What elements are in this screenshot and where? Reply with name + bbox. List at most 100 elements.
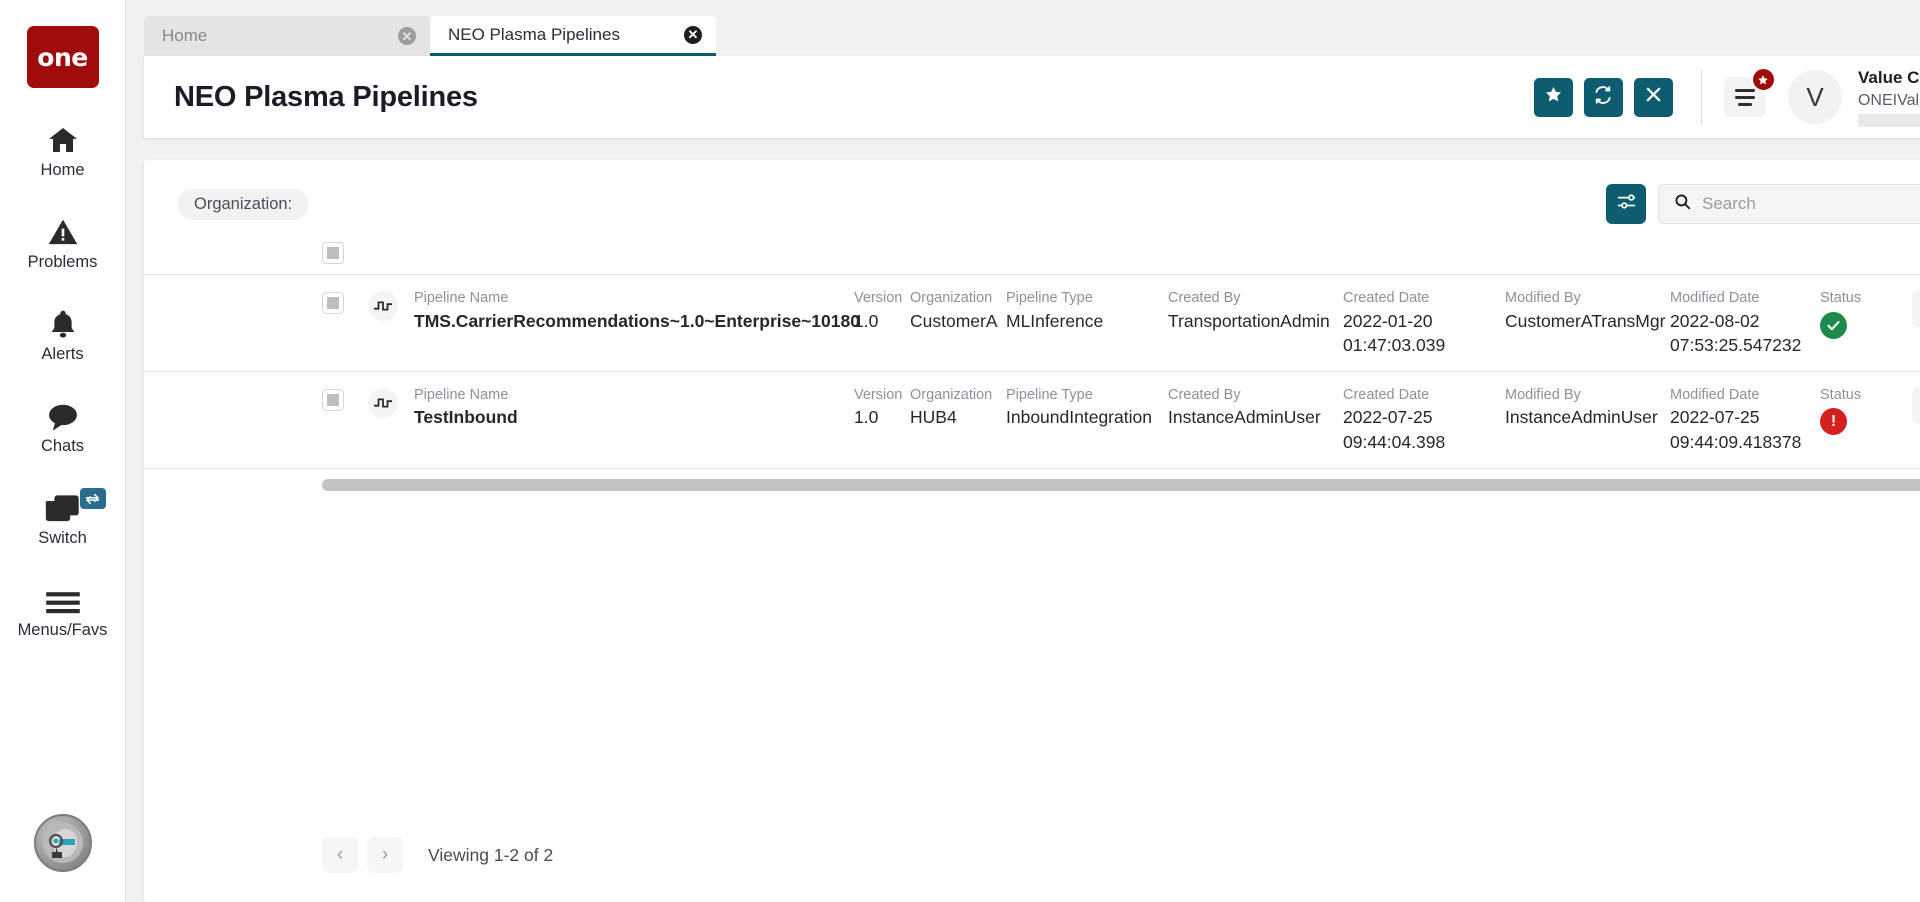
cell-pipeline-type: Pipeline Type MLInference: [1006, 289, 1168, 333]
warning-triangle-icon: [46, 206, 80, 248]
table-row[interactable]: Pipeline Name TMS.CarrierRecommendations…: [144, 274, 1920, 371]
close-circle-icon[interactable]: ✕: [684, 25, 702, 44]
column-header-pipeline-name: Pipeline Name: [414, 290, 509, 306]
value-pipeline-name: TestInbound: [414, 407, 518, 428]
value-modified-date: 2022-07-25 09:44:09.418378: [1670, 407, 1802, 452]
cell-pipeline-name: Pipeline Name TMS.CarrierRecommendations…: [414, 289, 860, 333]
sidebar-item-switch[interactable]: Switch: [0, 482, 126, 548]
cell-version: Version 1.0: [854, 386, 910, 430]
table-footer: ‹ › Viewing 1-2 of 2 Delete: [144, 834, 1920, 902]
tab-neo-plasma-pipelines[interactable]: NEO Plasma Pipelines ✕: [430, 16, 716, 56]
cell-pipeline-name: Pipeline Name TestInbound: [414, 386, 854, 430]
next-page-button[interactable]: ›: [367, 837, 403, 873]
cell-status: Status: [1820, 289, 1912, 339]
checkbox-indeterminate-mark: [327, 247, 339, 259]
column-header-pipeline-name: Pipeline Name: [414, 386, 509, 403]
value-created-by: InstanceAdminUser: [1168, 407, 1321, 428]
prev-page-button[interactable]: ‹: [322, 837, 358, 873]
x-icon: [1645, 86, 1662, 108]
sidebar-item-menus-favs[interactable]: Menus/Favs: [0, 574, 126, 640]
view-graph-action[interactable]: [1912, 291, 1920, 327]
value-created-date: 2022-01-20 01:47:03.039: [1343, 310, 1446, 355]
pipelines-table: Pipeline Name TMS.CarrierRecommendations…: [144, 274, 1920, 469]
column-header-pipeline-type: Pipeline Type: [1006, 290, 1093, 306]
horizontal-scrollbar-thumb[interactable]: [322, 478, 1920, 491]
sidebar-item-problems[interactable]: Problems: [0, 206, 126, 272]
cell-created-date: Created Date 2022-07-25 09:44:04.398: [1343, 386, 1505, 454]
column-header-modified-by: Modified By: [1505, 386, 1581, 403]
logo-text: one: [37, 42, 88, 72]
value-organization: CustomerA: [910, 310, 998, 331]
star-icon: [1544, 85, 1563, 109]
search-input[interactable]: [1702, 194, 1920, 214]
table-row[interactable]: Pipeline Name TestInbound Version 1.0 Or…: [144, 370, 1920, 469]
organization-filter-chip[interactable]: Organization:: [178, 188, 309, 220]
bell-icon: [47, 298, 79, 340]
burger-line: [1734, 95, 1755, 99]
refresh-button[interactable]: [1583, 77, 1623, 117]
cell-modified-date: Modified Date 2022-08-02 07:53:25.547232: [1670, 289, 1820, 357]
column-header-version: Version: [854, 290, 903, 306]
toolbar-right: +: [1606, 184, 1920, 224]
page-header: NEO Plasma Pipelines V Value C ONEIVal: [144, 56, 1920, 138]
cell-organization: Organization HUB4: [910, 386, 1006, 430]
column-header-version: Version: [854, 386, 903, 403]
horizontal-scrollbar[interactable]: [322, 478, 1920, 491]
cell-version: Version 1.0: [854, 289, 910, 333]
one-logo[interactable]: one: [26, 26, 99, 88]
select-all-checkbox[interactable]: [322, 242, 344, 264]
search-icon: [1674, 193, 1691, 215]
chevron-left-icon: ‹: [336, 844, 344, 865]
column-header-created-date: Created Date: [1343, 386, 1430, 403]
avatar-initial: V: [1806, 81, 1824, 112]
cell-status: Status !: [1820, 386, 1912, 436]
ai-robot-head-icon[interactable]: [33, 814, 92, 872]
row-actions: [1912, 289, 1920, 327]
row-select-checkbox[interactable]: [322, 292, 344, 314]
sidebar-item-menus-favs-label: Menus/Favs: [17, 621, 108, 639]
column-header-organization: Organization: [910, 290, 993, 306]
column-header-status: Status: [1820, 386, 1862, 403]
refresh-icon: [1593, 85, 1613, 110]
close-circle-icon[interactable]: ✕: [398, 27, 416, 45]
view-graph-action[interactable]: [1912, 387, 1920, 424]
close-button[interactable]: [1633, 77, 1673, 117]
cell-created-date: Created Date 2022-01-20 01:47:03.039: [1343, 289, 1505, 357]
cell-created-by: Created By InstanceAdminUser: [1168, 386, 1343, 430]
chat-bubble-icon: [45, 390, 81, 432]
sidebar-item-chats[interactable]: Chats: [0, 390, 126, 456]
checkbox-mark: [327, 297, 339, 309]
burger-line: [1737, 102, 1752, 106]
filter-settings-button[interactable]: [1606, 184, 1646, 224]
sidebar-item-alerts-label: Alerts: [41, 345, 84, 363]
user-detail-redacted: [1857, 114, 1920, 128]
search-box[interactable]: [1658, 184, 1920, 224]
tab-home-label: Home: [162, 26, 208, 45]
column-header-modified-date: Modified Date: [1670, 290, 1760, 306]
row-select-checkbox[interactable]: [322, 388, 344, 411]
column-header-created-by: Created By: [1168, 290, 1241, 306]
home-icon: [45, 114, 81, 156]
column-header-created-date: Created Date: [1343, 290, 1430, 306]
star-badge-icon: [1750, 67, 1776, 92]
value-pipeline-type: MLInference: [1006, 310, 1104, 331]
left-sidebar: one Home Problems Alerts Chats Switch Me…: [0, 0, 126, 902]
filter-toolbar: Organization: Search: [144, 160, 1920, 224]
header-actions: [1533, 77, 1673, 117]
user-name: Value Chain Admin: [1857, 67, 1920, 87]
cell-pipeline-type: Pipeline Type InboundIntegration: [1006, 386, 1168, 430]
sidebar-item-alerts[interactable]: Alerts: [0, 298, 126, 364]
user-role: ONEIValueChainAdmin: [1857, 91, 1920, 109]
value-pipeline-type: InboundIntegration: [1006, 407, 1152, 428]
swap-arrows-icon[interactable]: [79, 488, 106, 509]
checkbox-mark: [327, 393, 339, 406]
sidebar-item-problems-label: Problems: [27, 253, 98, 271]
app-root: one Home Problems Alerts Chats Switch Me…: [0, 0, 1920, 902]
favorite-button[interactable]: [1533, 77, 1573, 117]
sidebar-item-home[interactable]: Home: [0, 114, 126, 180]
avatar[interactable]: V: [1787, 70, 1842, 124]
column-header-modified-date: Modified Date: [1670, 386, 1760, 403]
check-circle-icon: [1820, 311, 1847, 339]
sidebar-item-chats-label: Chats: [40, 437, 85, 455]
tab-home[interactable]: Home ✕: [144, 16, 430, 56]
